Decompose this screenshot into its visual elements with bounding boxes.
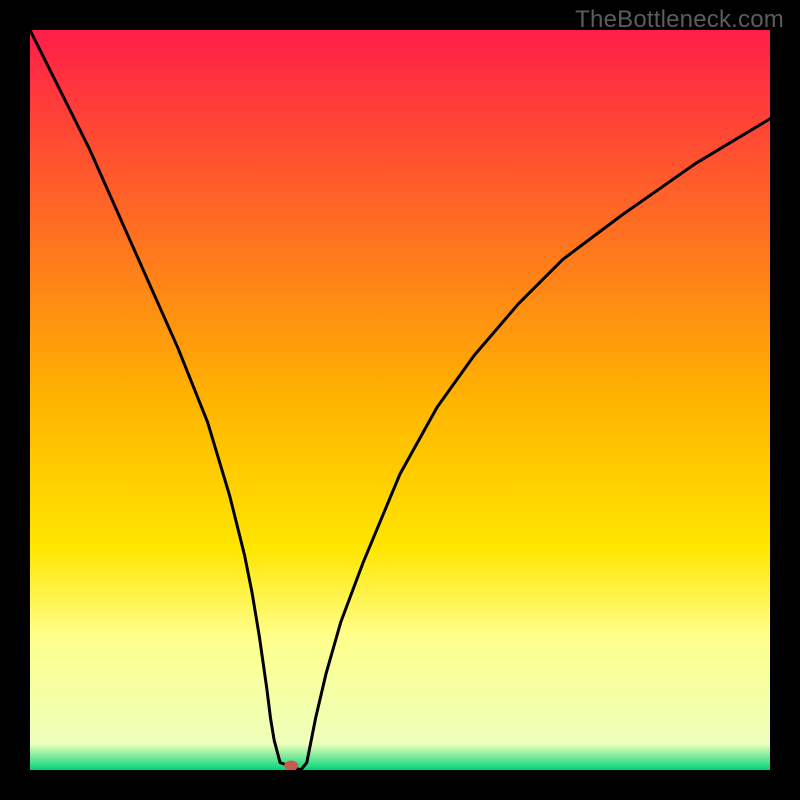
chart-svg [30,30,770,770]
plot-area [30,30,770,770]
chart-frame: TheBottleneck.com [0,0,800,800]
watermark-text: TheBottleneck.com [575,6,784,34]
